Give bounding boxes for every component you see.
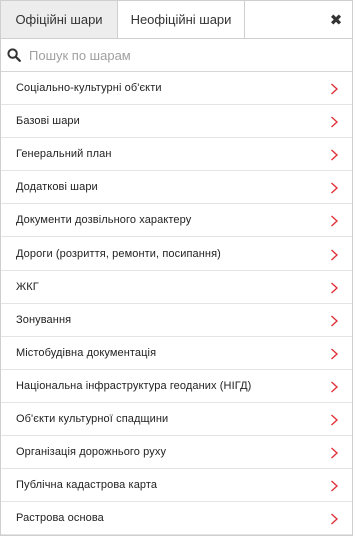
chevron-right-icon (331, 414, 339, 426)
chevron-right-icon (331, 480, 339, 492)
tab-bar: Офіційні шари Неофіційні шари ✖ (1, 1, 352, 39)
close-button[interactable]: ✖ (320, 1, 352, 38)
chevron-right-icon (331, 83, 339, 95)
layer-item-label: Соціально-культурні об'єкти (16, 82, 162, 95)
layer-item-label: Містобудівна документація (16, 346, 157, 359)
layer-item[interactable]: Генеральний план (1, 138, 352, 172)
close-icon: ✖ (329, 11, 343, 29)
layer-item[interactable]: Зонування (1, 304, 352, 337)
chevron-right-icon (331, 182, 339, 194)
layer-item-label: Дороги (розриття, ремонти, посипання) (16, 247, 221, 260)
layer-item-label: Базові шари (16, 115, 80, 128)
layer-item[interactable]: Дороги (розриття, ремонти, посипання) (1, 237, 352, 271)
chevron-right-icon (331, 149, 339, 161)
tab-official-layers[interactable]: Офіційні шари (1, 1, 118, 38)
layer-item-label: Об'єкти культурної спадщини (16, 412, 169, 425)
layer-item[interactable]: Національна інфраструктура геоданих (НІГ… (1, 370, 352, 403)
layer-item[interactable]: ЖКГ (1, 271, 352, 304)
chevron-right-icon (331, 447, 339, 459)
layer-item-label: Національна інфраструктура геоданих (НІГ… (16, 379, 252, 392)
chevron-right-icon (331, 348, 339, 360)
chevron-right-icon (331, 513, 339, 525)
tab-unofficial-layers[interactable]: Неофіційні шари (118, 1, 245, 38)
layer-item[interactable]: Публічна кадастрова карта (1, 469, 352, 503)
tab-bar-spacer (245, 1, 320, 38)
search-input[interactable] (29, 47, 329, 63)
search-icon (7, 48, 21, 62)
chevron-right-icon (331, 249, 339, 261)
chevron-right-icon (331, 215, 339, 227)
layer-item-label: Документи дозвільного характеру (16, 214, 192, 227)
layer-item[interactable]: Документи дозвільного характеру (1, 204, 352, 238)
chevron-right-icon (331, 315, 339, 327)
layer-item-label: Зонування (16, 313, 72, 326)
layers-panel: Офіційні шари Неофіційні шари ✖ Соціальн… (0, 0, 353, 536)
chevron-right-icon (331, 381, 339, 393)
search-bar (1, 39, 352, 72)
layer-item-label: Публічна кадастрова карта (16, 479, 158, 492)
layer-list: Соціально-культурні об'єкти Базові шари Ге… (1, 72, 352, 535)
chevron-right-icon (331, 282, 339, 294)
layer-item-label: Генеральний план (16, 148, 112, 161)
layer-item[interactable]: Додаткові шари (1, 171, 352, 205)
chevron-right-icon (331, 116, 339, 128)
layer-item[interactable]: Містобудівна документація (1, 337, 352, 370)
layer-item-label: Організація дорожнього руху (16, 446, 167, 459)
layer-item-label: Додаткові шари (16, 181, 98, 194)
layer-item[interactable]: Соціально-культурні об'єкти (1, 72, 352, 106)
layer-item[interactable]: Растрова основа (1, 502, 352, 535)
layer-item[interactable]: Базові шари (1, 105, 352, 139)
layer-item[interactable]: Організація дорожнього руху (1, 436, 352, 470)
layer-item-label: ЖКГ (16, 280, 39, 293)
layer-item[interactable]: Об'єкти культурної спадщини (1, 403, 352, 437)
layer-item-label: Растрова основа (16, 512, 104, 525)
